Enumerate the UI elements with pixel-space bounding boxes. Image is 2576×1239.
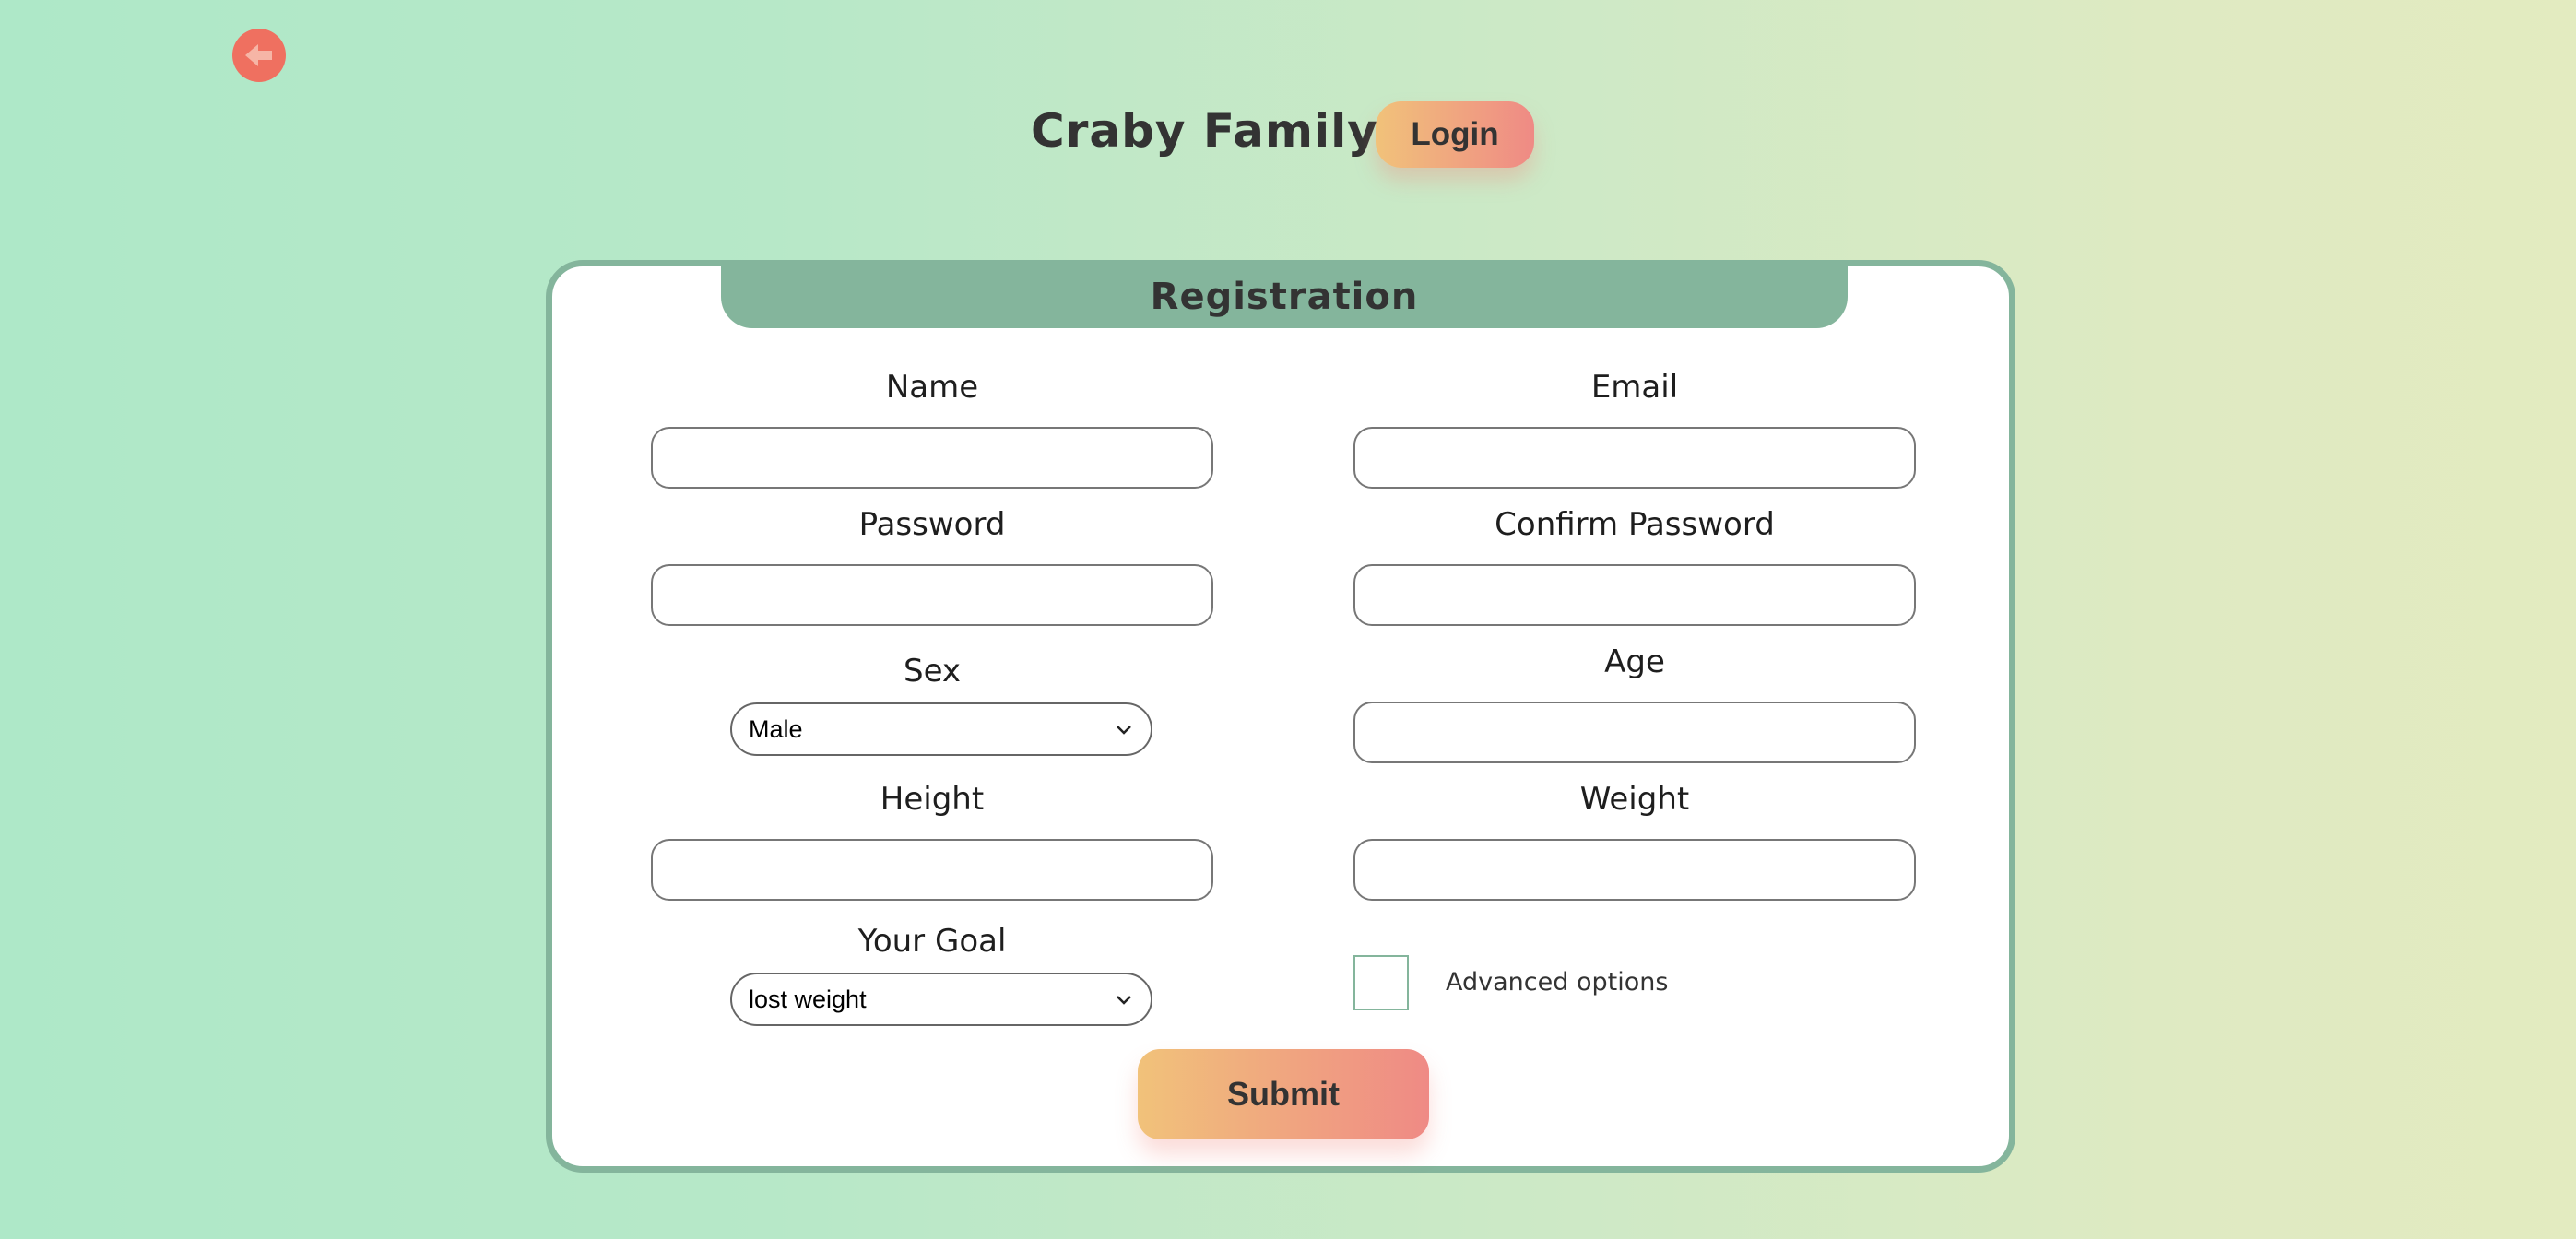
email-label: Email bbox=[1590, 369, 1679, 406]
form-title: Registration bbox=[1150, 275, 1419, 318]
advanced-options-label[interactable]: Advanced options bbox=[1446, 968, 1668, 997]
goal-label: Your Goal bbox=[857, 923, 1007, 960]
confirm-password-label: Confirm Password bbox=[1495, 506, 1775, 543]
password-input[interactable] bbox=[651, 564, 1213, 626]
chevron-down-icon bbox=[1114, 989, 1134, 1009]
weight-input[interactable] bbox=[1353, 839, 1916, 901]
arrow-left-icon bbox=[241, 37, 278, 74]
login-button[interactable]: Login bbox=[1376, 101, 1534, 168]
name-label: Name bbox=[885, 369, 979, 406]
weight-label: Weight bbox=[1579, 781, 1690, 818]
height-input[interactable] bbox=[651, 839, 1213, 901]
height-label: Height bbox=[880, 781, 985, 818]
chevron-down-icon bbox=[1114, 719, 1134, 739]
password-label: Password bbox=[858, 506, 1006, 543]
goal-select-value: lost weight bbox=[749, 985, 867, 1013]
age-label: Age bbox=[1604, 643, 1665, 680]
goal-select[interactable]: lost weight bbox=[730, 973, 1152, 1026]
name-input[interactable] bbox=[651, 427, 1213, 489]
confirm-password-input[interactable] bbox=[1353, 564, 1916, 626]
advanced-options-checkbox[interactable] bbox=[1353, 955, 1409, 1010]
sex-select[interactable]: Male bbox=[730, 702, 1152, 756]
sex-label: Sex bbox=[903, 653, 962, 690]
card-header: Registration bbox=[721, 265, 1848, 328]
email-input[interactable] bbox=[1353, 427, 1916, 489]
submit-button[interactable]: Submit bbox=[1138, 1049, 1429, 1139]
back-button[interactable] bbox=[232, 29, 286, 82]
age-input[interactable] bbox=[1353, 702, 1916, 763]
header: Craby Family Login bbox=[0, 100, 2576, 170]
brand-title: Craby Family bbox=[1031, 104, 1378, 158]
sex-select-value: Male bbox=[749, 714, 803, 743]
